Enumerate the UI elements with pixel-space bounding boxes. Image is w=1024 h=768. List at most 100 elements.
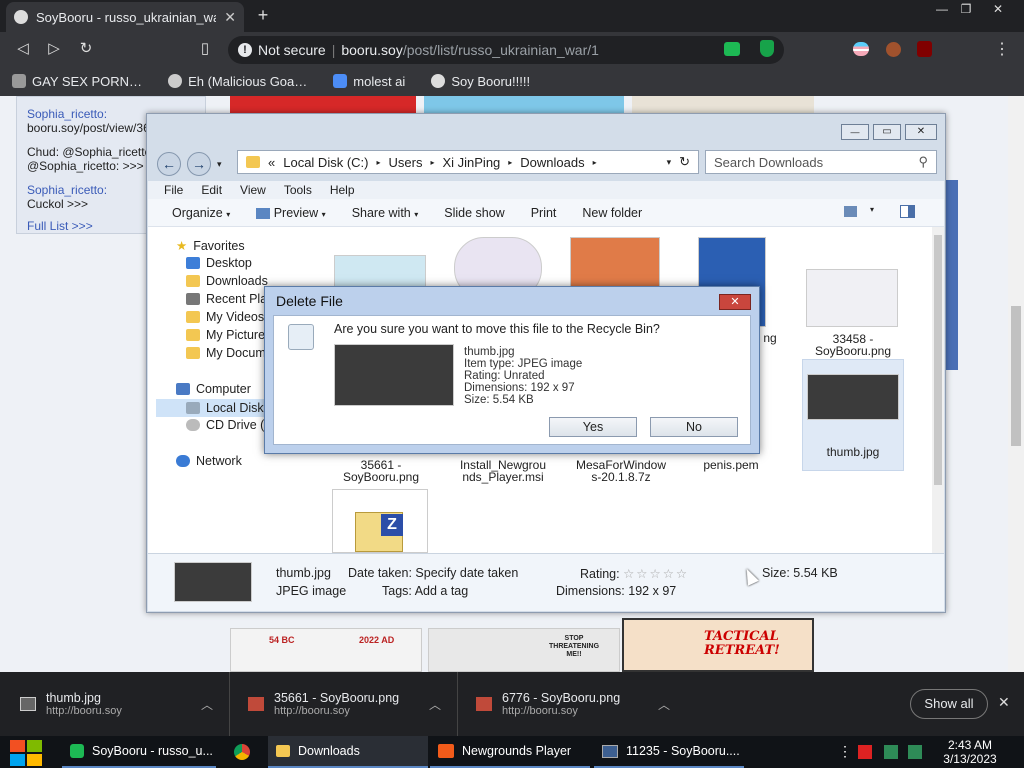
post-thumbnail[interactable]: [230, 96, 416, 114]
ublock-icon[interactable]: [917, 41, 932, 57]
view-options-icon[interactable]: [844, 206, 857, 217]
shield-icon[interactable]: [760, 40, 774, 57]
menu-item[interactable]: View: [240, 183, 266, 197]
menu-item[interactable]: Help: [330, 183, 355, 197]
computer-node[interactable]: Computer: [176, 382, 251, 396]
download-item[interactable]: 35661 - SoyBooru.png http://booru.soy ︿: [230, 672, 458, 736]
back-icon[interactable]: ◁: [12, 38, 34, 60]
taskbar-item[interactable]: [226, 736, 260, 768]
full-list-link[interactable]: Full List >>>: [27, 219, 93, 233]
breadcrumb-item[interactable]: Downloads: [520, 155, 584, 170]
share-with-button[interactable]: Share with ▾: [352, 206, 419, 220]
minimize-icon[interactable]: —: [841, 124, 869, 140]
menu-item[interactable]: Edit: [201, 183, 222, 197]
start-button[interactable]: [10, 740, 42, 766]
new-folder-button[interactable]: New folder: [582, 206, 642, 220]
chevron-up-icon[interactable]: ︿: [429, 696, 441, 713]
scrollbar[interactable]: [932, 227, 944, 553]
chevron-down-icon[interactable]: ▾: [217, 159, 222, 170]
taskbar-item[interactable]: 11235 - SoyBooru....: [594, 736, 744, 768]
tags-field[interactable]: Add a tag: [415, 584, 469, 598]
file-thumbnail[interactable]: [806, 269, 898, 327]
network-tray-icon[interactable]: [884, 745, 898, 759]
bookmark-item[interactable]: molest ai: [333, 74, 405, 89]
chevron-down-icon[interactable]: ▾: [870, 205, 874, 214]
file-label[interactable]: MesaForWindow s-20.1.8.7z: [566, 459, 676, 483]
extension-green-icon[interactable]: [724, 42, 740, 56]
chat-user[interactable]: Sophia_ricetto:: [27, 107, 107, 121]
post-thumbnail[interactable]: 54 BC 2022 AD: [230, 628, 422, 672]
search-input[interactable]: Search Downloads ⚲: [705, 150, 937, 174]
nav-item[interactable]: Downloads: [186, 274, 268, 288]
flag-icon[interactable]: [858, 745, 872, 759]
no-button[interactable]: No: [650, 417, 738, 437]
post-thumbnail[interactable]: STOP THREATENING ME!!: [428, 628, 620, 672]
menu-item[interactable]: File: [164, 183, 183, 197]
post-thumbnail[interactable]: [424, 96, 624, 114]
close-tab-icon[interactable]: ✕: [224, 9, 236, 26]
selected-file[interactable]: thumb.jpg: [802, 359, 904, 471]
chevron-down-icon[interactable]: ▾: [667, 157, 672, 168]
taskbar-item[interactable]: SoyBooru - russo_u...: [62, 736, 216, 768]
nav-item[interactable]: Desktop: [186, 256, 252, 270]
post-thumbnail[interactable]: [946, 180, 958, 370]
nav-item[interactable]: My Picture: [186, 328, 265, 342]
refresh-icon[interactable]: ↻: [679, 154, 690, 170]
browser-tab[interactable]: SoyBooru - russo_ukrainian_war ✕: [6, 2, 244, 32]
nav-item[interactable]: Recent Pla: [186, 292, 267, 306]
clock[interactable]: 2:43 AM 3/13/2023: [938, 738, 1002, 766]
bookmark-item[interactable]: Eh (Malicious Goa…: [168, 74, 307, 89]
post-thumbnail[interactable]: TACTICAL RETREAT!: [622, 618, 814, 672]
forward-icon[interactable]: →: [187, 152, 211, 176]
restore-icon[interactable]: ❐: [950, 0, 982, 18]
breadcrumb-item[interactable]: Local Disk (C:): [283, 155, 368, 170]
forward-icon[interactable]: ▷: [43, 38, 65, 60]
chevron-up-icon[interactable]: ︿: [201, 696, 213, 713]
show-all-button[interactable]: Show all: [910, 689, 988, 719]
taskbar-item[interactable]: Newgrounds Player: [430, 736, 590, 768]
favorites-node[interactable]: ★ Favorites: [176, 238, 245, 254]
close-window-icon[interactable]: ✕: [905, 124, 937, 140]
preview-button[interactable]: Preview ▾: [256, 206, 326, 220]
download-item[interactable]: thumb.jpg http://booru.soy ︿: [0, 672, 230, 736]
taskbar-item[interactable]: Downloads: [268, 736, 428, 768]
yes-button[interactable]: Yes: [549, 417, 637, 437]
dialog-close-icon[interactable]: ✕: [719, 294, 751, 310]
nav-item[interactable]: My Docum: [186, 346, 266, 360]
address-bar[interactable]: ! Not secure | booru.soy/post/list/russo…: [228, 36, 784, 64]
file-label[interactable]: 33458 - SoyBooru.png: [798, 333, 908, 357]
back-icon[interactable]: ←: [157, 152, 181, 176]
organize-button[interactable]: Organize ▾: [172, 206, 230, 220]
preview-pane-icon[interactable]: [900, 205, 915, 218]
network-node[interactable]: Network: [176, 454, 242, 468]
close-window-icon[interactable]: ✕: [982, 0, 1014, 18]
avatar-extension-icon[interactable]: [886, 42, 901, 57]
flag-extension-icon[interactable]: [853, 42, 869, 56]
print-button[interactable]: Print: [531, 206, 557, 220]
zip-file-icon[interactable]: Z: [332, 489, 428, 553]
nav-item[interactable]: CD Drive (: [186, 418, 264, 432]
post-thumbnail[interactable]: [632, 96, 814, 114]
nav-item[interactable]: My Videos: [186, 310, 264, 324]
maximize-icon[interactable]: ▭: [873, 124, 901, 140]
scrollbar[interactable]: [1008, 96, 1024, 672]
chevron-up-icon[interactable]: ︿: [658, 696, 670, 713]
slide-show-button[interactable]: Slide show: [444, 206, 504, 220]
bookmark-icon[interactable]: ▯: [194, 38, 216, 60]
file-label[interactable]: Install_Newgrou nds_Player.msi: [448, 459, 558, 483]
chat-user[interactable]: Sophia_ricetto:: [27, 183, 107, 197]
overflow-icon[interactable]: ⋮: [838, 743, 852, 760]
download-item[interactable]: 6776 - SoyBooru.png http://booru.soy ︿: [458, 672, 686, 736]
rating-stars[interactable]: ☆☆☆☆☆: [623, 567, 689, 581]
date-taken-field[interactable]: Specify date taken: [415, 566, 518, 580]
bookmark-item[interactable]: GAY SEX PORN…: [12, 74, 142, 89]
speaker-icon[interactable]: [908, 745, 922, 759]
reload-icon[interactable]: ↻: [75, 38, 97, 60]
menu-icon[interactable]: ⋮: [994, 39, 1010, 59]
file-label[interactable]: penis.pem: [696, 459, 766, 471]
file-label[interactable]: 35661 - SoyBooru.png: [334, 459, 428, 483]
menu-item[interactable]: Tools: [284, 183, 312, 197]
breadcrumb-item[interactable]: Xi JinPing: [442, 155, 500, 170]
new-tab-button[interactable]: +: [252, 4, 274, 26]
breadcrumb-item[interactable]: Users: [389, 155, 423, 170]
